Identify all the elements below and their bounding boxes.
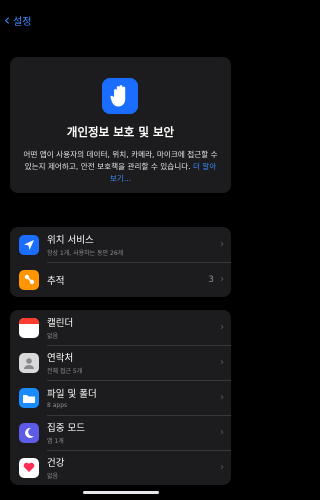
row-label: 집중 모드 bbox=[47, 423, 85, 434]
chevron-right-icon: › bbox=[220, 427, 224, 438]
chevron-left-icon: ‹ bbox=[4, 10, 10, 29]
location-arrow-icon bbox=[19, 234, 39, 255]
hand-icon bbox=[102, 78, 138, 114]
row-sub: 없음 bbox=[47, 473, 59, 480]
folder-icon bbox=[19, 387, 39, 408]
home-indicator[interactable] bbox=[83, 491, 159, 494]
chevron-right-icon: › bbox=[220, 462, 224, 473]
chevron-right-icon: › bbox=[220, 392, 224, 403]
tracking-icon bbox=[19, 269, 39, 290]
row-sub: 없음 bbox=[47, 333, 59, 340]
page-title: 개인정보 보호 및 보안 bbox=[66, 125, 175, 139]
row-value: 3 bbox=[208, 274, 214, 285]
row-label: 파일 및 폴더 bbox=[47, 389, 97, 400]
chevron-right-icon: › bbox=[220, 322, 224, 333]
row-sub: 항상 1개, 사용하는 동안 26개 bbox=[47, 250, 124, 257]
chevron-right-icon: › bbox=[220, 239, 224, 250]
privacy-hero-card: 개인정보 보호 및 보안 어떤 앱이 사용자의 데이터, 위치, 카메라, 마이… bbox=[10, 57, 231, 193]
row-sub: 8 apps bbox=[47, 402, 68, 409]
row-label: 연락처 bbox=[47, 353, 74, 364]
row-label: 캘린더 bbox=[47, 318, 74, 329]
row-sub: 전체 접근 5개 bbox=[47, 368, 83, 375]
row-label: 위치 서비스 bbox=[47, 235, 94, 246]
row-label: 건강 bbox=[47, 458, 65, 469]
calendar-icon bbox=[19, 317, 39, 338]
row-files-folders[interactable]: 파일 및 폴더 8 apps › bbox=[10, 380, 231, 415]
row-calendar[interactable]: 캘린더 없음 › bbox=[10, 310, 231, 345]
apps-group: 캘린더 없음 › 연락처 전체 접근 5개 › 파일 및 폴더 8 apps › bbox=[10, 310, 231, 485]
back-button[interactable]: ‹ 설정 bbox=[4, 10, 31, 30]
row-location-services[interactable]: 위치 서비스 항상 1개, 사용하는 동안 26개 › bbox=[10, 227, 231, 262]
moon-icon bbox=[19, 422, 39, 443]
row-sub: 앱 1개 bbox=[47, 438, 64, 445]
back-label: 설정 bbox=[13, 16, 32, 28]
heart-icon bbox=[19, 457, 39, 478]
hero-description: 어떤 앱이 사용자의 데이터, 위치, 카메라, 마이크에 접근할 수 있는지 … bbox=[22, 149, 219, 185]
row-health[interactable]: 건강 없음 › bbox=[10, 450, 231, 485]
chevron-right-icon: › bbox=[220, 357, 224, 368]
location-group: 위치 서비스 항상 1개, 사용하는 동안 26개 › 추적 3 › bbox=[10, 227, 231, 297]
row-label: 추적 bbox=[47, 275, 65, 287]
row-contacts[interactable]: 연락처 전체 접근 5개 › bbox=[10, 345, 231, 380]
row-tracking[interactable]: 추적 3 › bbox=[10, 262, 231, 297]
contacts-icon bbox=[19, 352, 39, 373]
hero-description-text: 어떤 앱이 사용자의 데이터, 위치, 카메라, 마이크에 접근할 수 있는지 … bbox=[23, 150, 218, 171]
chevron-right-icon: › bbox=[220, 274, 224, 285]
row-focus[interactable]: 집중 모드 앱 1개 › bbox=[10, 415, 231, 450]
